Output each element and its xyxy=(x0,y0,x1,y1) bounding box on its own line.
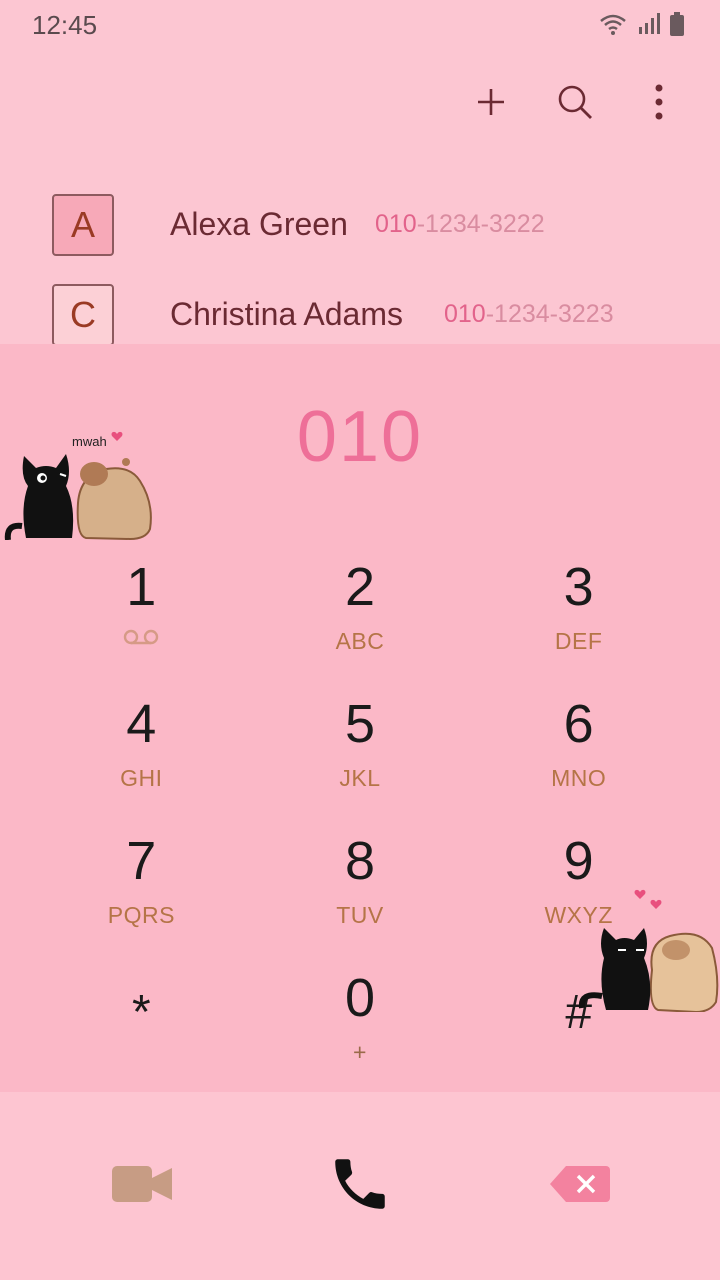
key-digit: 4 xyxy=(126,694,157,754)
signal-icon xyxy=(638,13,660,40)
phone-icon xyxy=(327,1151,393,1222)
wifi-icon xyxy=(598,12,628,41)
key-letters: JKL xyxy=(339,765,381,791)
video-camera-icon xyxy=(110,1162,174,1211)
avatar: C xyxy=(52,284,114,346)
status-icons xyxy=(598,12,684,41)
contact-row[interactable]: A Alexa Green 010-1234-3222 xyxy=(0,180,720,270)
top-toolbar xyxy=(470,78,680,130)
contact-name: Alexa Green xyxy=(170,206,348,242)
number-match: 010 xyxy=(444,300,486,328)
voicemail-icon xyxy=(122,628,160,651)
contact-suggestions: A Alexa Green 010-1234-3222 C Christina … xyxy=(0,180,720,360)
call-button[interactable] xyxy=(320,1150,400,1222)
video-call-button[interactable] xyxy=(102,1150,182,1222)
key-digit: 0 xyxy=(344,968,376,1028)
key-letters: TUV xyxy=(336,902,384,928)
key-7[interactable]: 7 PQRS xyxy=(32,818,251,955)
cat-capybara-sticker: mwah xyxy=(4,426,156,545)
key-star[interactable]: * xyxy=(32,955,251,1092)
bottom-action-bar xyxy=(0,1092,720,1280)
key-letters: + xyxy=(353,1039,367,1065)
backspace-button[interactable] xyxy=(540,1150,620,1222)
key-2[interactable]: 2 ABC xyxy=(251,544,470,681)
cat-capybara-sticker-2 xyxy=(578,888,720,1017)
key-1[interactable]: 1 xyxy=(32,544,251,681)
key-letters: DEF xyxy=(554,628,603,654)
plus-icon xyxy=(475,86,507,123)
dialpad-panel: 010 1 2 ABC 3 DEF 4 GHI 5 JKL 6 MNO 7 PQ… xyxy=(0,344,720,1092)
key-digit: * xyxy=(131,986,151,1039)
battery-icon xyxy=(670,12,684,41)
status-time: 12:45 xyxy=(32,10,98,40)
backspace-icon xyxy=(548,1164,612,1209)
sticker-caption: mwah xyxy=(72,434,107,449)
more-vertical-icon xyxy=(654,84,664,125)
search-icon xyxy=(556,83,594,126)
key-0[interactable]: 0 + xyxy=(251,955,470,1092)
key-5[interactable]: 5 JKL xyxy=(251,681,470,818)
contact-name: Christina Adams xyxy=(170,296,403,332)
key-digit: 7 xyxy=(126,831,157,891)
key-letters: ABC xyxy=(335,628,385,654)
contact-number: 010-1234-3222 xyxy=(375,210,545,239)
number-match: 010 xyxy=(375,210,417,238)
key-digit: 1 xyxy=(126,557,157,617)
key-4[interactable]: 4 GHI xyxy=(32,681,251,818)
key-digit: 5 xyxy=(344,694,376,754)
key-3[interactable]: 3 DEF xyxy=(469,544,688,681)
key-8[interactable]: 8 TUV xyxy=(251,818,470,955)
number-rest: -1234-3223 xyxy=(485,300,614,328)
search-button[interactable] xyxy=(554,83,596,125)
key-letters: GHI xyxy=(120,765,163,791)
contact-number: 010-1234-3223 xyxy=(444,300,614,329)
status-bar: 12:45 xyxy=(0,0,720,50)
key-digit: 8 xyxy=(344,831,376,891)
key-letters: MNO xyxy=(551,765,607,791)
key-letters: PQRS xyxy=(107,902,175,928)
key-digit: 6 xyxy=(563,694,594,754)
avatar: A xyxy=(52,194,114,256)
key-6[interactable]: 6 MNO xyxy=(469,681,688,818)
key-digit: 2 xyxy=(344,557,376,617)
key-digit: 3 xyxy=(563,557,594,617)
add-contact-button[interactable] xyxy=(470,83,512,125)
number-rest: -1234-3222 xyxy=(416,210,545,238)
more-options-button[interactable] xyxy=(638,83,680,125)
key-digit: 9 xyxy=(563,831,594,891)
